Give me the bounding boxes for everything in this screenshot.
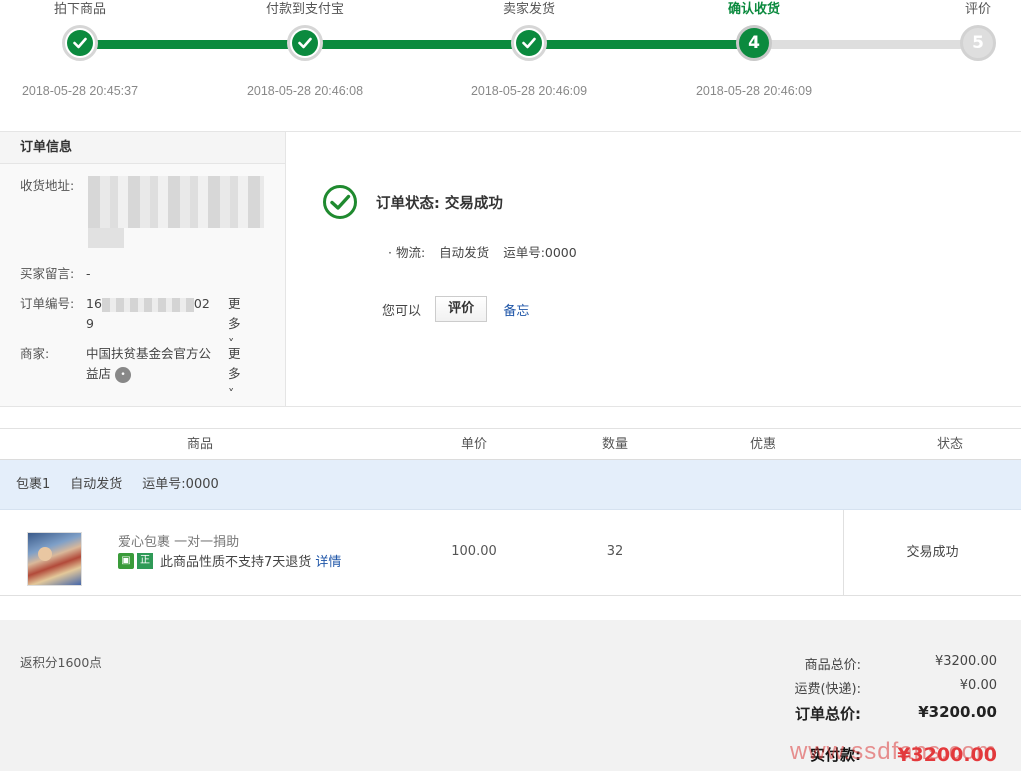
merchant-value: 中国扶贫基金会官方公益店 • xyxy=(86,344,221,384)
step-current-circle: 4 xyxy=(736,25,772,61)
step-todo-circle: 5 xyxy=(960,25,996,61)
product-name-link[interactable]: 爱心包裹 一对一捐助 xyxy=(118,531,239,550)
merchant-more-link[interactable]: 更多˅ xyxy=(228,344,241,404)
progress-track-done xyxy=(80,40,755,49)
order-info-title: 订单信息 xyxy=(0,132,285,164)
logistics-info: · 物流: 自动发货 运单号:0000 xyxy=(388,242,591,261)
order-actions: 您可以 评价 备忘 xyxy=(382,296,529,322)
order-total-label: 订单总价: xyxy=(795,705,861,723)
product-thumbnail[interactable] xyxy=(27,532,82,586)
goods-total-row: 商品总价: ¥3200.00 xyxy=(737,654,997,674)
header-quantity: 数量 xyxy=(601,437,628,452)
order-progress-stepper: 拍下商品 2018-05-28 20:45:37 付款到支付宝 2018-05-… xyxy=(0,0,1021,131)
step-done-circle xyxy=(511,25,547,61)
status-cell: 交易成功 xyxy=(843,510,1021,595)
step-done-circle xyxy=(287,25,323,61)
chat-icon[interactable]: • xyxy=(115,366,131,383)
table-row: 爱心包裹 一对一捐助 ▣ 正此商品性质不支持7天退货 详情 100.00 32 交… xyxy=(0,510,1021,596)
check-icon xyxy=(73,37,87,49)
return-policy-note: 此商品性质不支持7天退货 xyxy=(160,555,312,570)
order-status-panel: 订单状态: 交易成功 · 物流: 自动发货 运单号:0000 您可以 评价 备忘 xyxy=(286,132,1021,406)
step-review: 评价 5 xyxy=(898,0,1021,61)
header-unit-price: 单价 xyxy=(460,437,487,452)
header-product: 商品 xyxy=(186,437,213,452)
address-row: 收货地址: xyxy=(20,176,86,196)
package-name: 包裹1 xyxy=(16,477,51,492)
merchant-row: 商家: 中国扶贫基金会官方公益店 • 更多˅ xyxy=(20,344,241,401)
order-total-value: ¥3200.00 xyxy=(918,703,997,721)
order-number-prefix: 16 xyxy=(86,296,102,311)
product-table-header: 商品 单价 数量 优惠 状态 xyxy=(0,428,1021,460)
step-time: 2018-05-28 20:46:08 xyxy=(246,84,364,98)
step-label: 确认收货 xyxy=(727,2,780,17)
order-number-suffix: 02 xyxy=(193,296,210,311)
message-row: 买家留言: - xyxy=(20,264,221,284)
check-icon xyxy=(522,37,536,49)
step-time: 2018-05-28 20:46:09 xyxy=(470,84,588,98)
address-label: 收货地址: xyxy=(20,178,75,193)
step-ship: 卖家发货 2018-05-28 20:46:09 xyxy=(449,0,609,98)
package-bar: 包裹1 自动发货 运单号:0000 xyxy=(0,460,1021,510)
quantity-cell: 32 xyxy=(606,544,624,559)
tracking-number: 运单号:0000 xyxy=(503,245,577,260)
return-policy-detail-link[interactable]: 详情 xyxy=(315,555,341,570)
address-redacted xyxy=(88,176,264,252)
package-tracking: 运单号:0000 xyxy=(142,477,219,492)
site-watermark: www.ssdfans.com xyxy=(789,738,997,765)
shipping-value: ¥0.00 xyxy=(959,678,997,693)
memo-link[interactable]: 备忘 xyxy=(503,300,529,319)
step-label: 卖家发货 xyxy=(502,2,555,17)
shipping-row: 运费(快递): ¥0.00 xyxy=(737,678,997,698)
guarantee-icon: ▣ xyxy=(118,552,134,569)
merchant-name[interactable]: 中国扶贫基金会官方公益店 xyxy=(86,346,211,381)
product-tags: ▣ 正此商品性质不支持7天退货 详情 xyxy=(118,551,341,570)
logistics-method: 自动发货 xyxy=(439,245,490,260)
order-status-title: 订单状态: 交易成功 xyxy=(376,196,503,212)
logistics-label: · 物流: xyxy=(388,245,426,260)
step-time: 2018-05-28 20:46:09 xyxy=(695,84,813,98)
step-place-order: 拍下商品 2018-05-28 20:45:37 xyxy=(0,0,160,98)
message-label: 买家留言: xyxy=(20,266,75,281)
success-check-icon xyxy=(323,185,357,219)
order-total-row: 订单总价: ¥3200.00 xyxy=(737,703,997,723)
step-label: 付款到支付宝 xyxy=(265,2,344,17)
step-pay: 付款到支付宝 2018-05-28 20:46:08 xyxy=(225,0,385,98)
header-status: 状态 xyxy=(936,437,963,452)
goods-total-value: ¥3200.00 xyxy=(934,654,997,669)
order-number-value: 16 02 9 xyxy=(86,294,221,334)
step-done-circle xyxy=(62,25,98,61)
review-button[interactable]: 评价 xyxy=(435,296,488,322)
order-number-tail: 9 xyxy=(86,316,94,331)
actions-label: 您可以 xyxy=(382,303,422,319)
order-number-redacted xyxy=(101,297,194,312)
check-icon xyxy=(298,37,312,49)
points-reward: 返积分1600点 xyxy=(20,655,102,670)
step-label: 拍下商品 xyxy=(53,2,106,17)
order-number-row: 订单编号: 16 02 9 更多˅ xyxy=(20,294,241,351)
step-time: 2018-05-28 20:45:37 xyxy=(21,84,139,98)
genuine-tag: 正 xyxy=(137,552,153,569)
order-info-panel: 订单信息 收货地址: 买家留言: - 订单编号: 16 02 9 更多˅ 商家: 中国扶贫… xyxy=(0,132,286,406)
message-value: - xyxy=(86,266,91,281)
unit-price-cell: 100.00 xyxy=(451,544,497,559)
header-discount: 优惠 xyxy=(749,437,776,452)
merchant-label: 商家: xyxy=(20,346,50,361)
package-method: 自动发货 xyxy=(70,477,123,492)
step-label: 评价 xyxy=(964,2,991,17)
step-confirm-receipt: 确认收货 4 2018-05-28 20:46:09 xyxy=(674,0,834,98)
order-number-label: 订单编号: xyxy=(20,296,75,311)
goods-total-label: 商品总价: xyxy=(804,658,861,673)
shipping-label: 运费(快递): xyxy=(794,682,861,697)
order-info-block: 订单信息 收货地址: 买家留言: - 订单编号: 16 02 9 更多˅ 商家: 中国扶贫… xyxy=(0,131,1021,407)
